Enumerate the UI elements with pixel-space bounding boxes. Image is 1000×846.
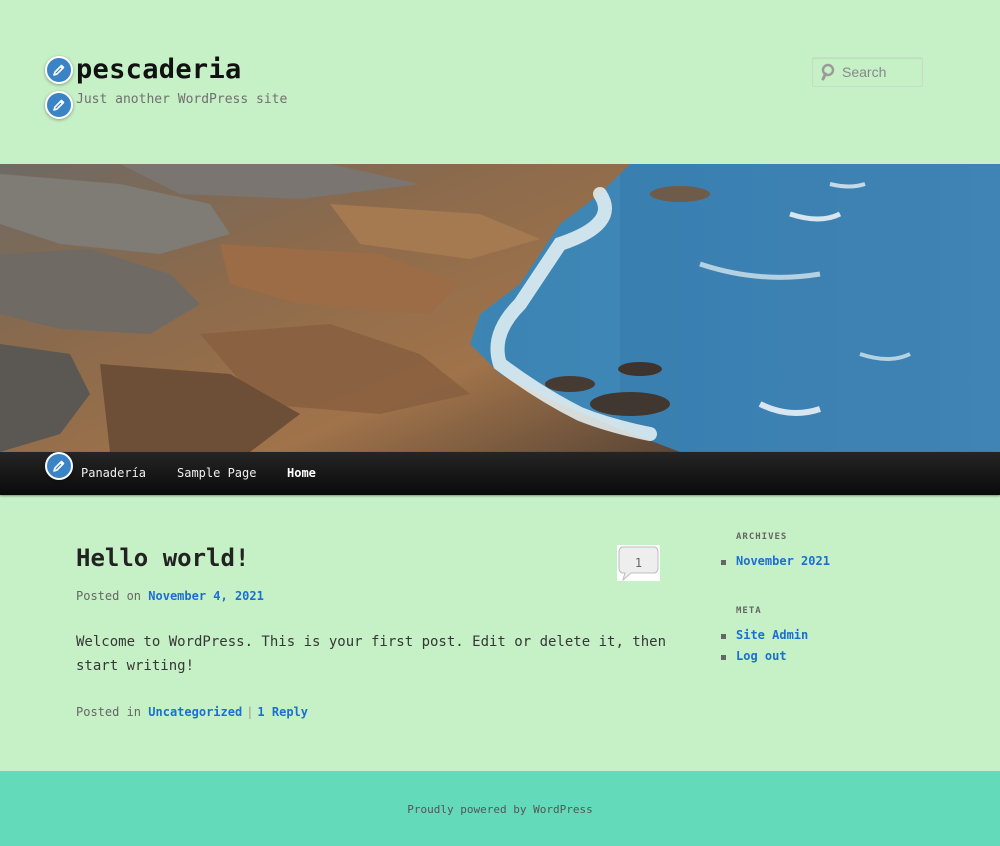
pencil-icon bbox=[53, 460, 65, 472]
search-input[interactable] bbox=[842, 64, 922, 80]
posted-on-label: Posted on bbox=[76, 589, 142, 603]
archives-list: November 2021 bbox=[720, 551, 830, 572]
archive-link-november-2021[interactable]: November 2021 bbox=[736, 554, 830, 568]
edit-shortcut-description[interactable] bbox=[45, 91, 73, 119]
search-form[interactable] bbox=[812, 57, 923, 87]
post-content: Welcome to WordPress. This is your first… bbox=[76, 634, 667, 674]
nav-item-home[interactable]: Home bbox=[287, 466, 316, 480]
search-icon bbox=[821, 63, 835, 81]
powered-by-link[interactable]: Proudly powered by WordPress bbox=[0, 803, 1000, 816]
footer-separator: | bbox=[246, 705, 254, 719]
comment-count: 1 bbox=[634, 556, 643, 570]
meta-item: Log out bbox=[720, 646, 808, 667]
site-footer: Proudly powered by WordPress bbox=[0, 771, 1000, 846]
meta-item: Site Admin bbox=[720, 625, 808, 646]
meta-list: Site Admin Log out bbox=[720, 625, 808, 667]
site-admin-link[interactable]: Site Admin bbox=[736, 628, 808, 642]
log-out-link[interactable]: Log out bbox=[736, 649, 787, 663]
pencil-icon bbox=[53, 99, 65, 111]
meta-widget-title: Meta bbox=[736, 606, 762, 616]
archive-item: November 2021 bbox=[720, 551, 830, 572]
post-date-link[interactable]: November 4, 2021 bbox=[148, 589, 264, 603]
coastline-image bbox=[0, 164, 1000, 452]
site-header: pescaderia Just another WordPress site bbox=[0, 0, 1000, 164]
main-navigation: Panadería Sample Page Home bbox=[0, 452, 1000, 495]
posted-in-label: Posted in bbox=[76, 705, 142, 719]
reply-link[interactable]: 1 Reply bbox=[257, 705, 308, 719]
edit-shortcut-title[interactable] bbox=[45, 56, 73, 84]
category-link[interactable]: Uncategorized bbox=[148, 705, 242, 719]
site-title[interactable]: pescaderia bbox=[76, 54, 242, 85]
comments-link[interactable]: 1 bbox=[617, 545, 660, 581]
post-footer: Posted in Uncategorized | 1 Reply bbox=[76, 705, 308, 719]
pencil-icon bbox=[53, 64, 65, 76]
post-title[interactable]: Hello world! bbox=[76, 544, 249, 572]
site-description: Just another WordPress site bbox=[76, 92, 288, 107]
header-image bbox=[0, 164, 1000, 452]
nav-item-sample-page[interactable]: Sample Page bbox=[177, 466, 256, 480]
edit-shortcut-menu[interactable] bbox=[45, 452, 73, 480]
archives-widget-title: Archives bbox=[736, 532, 788, 542]
nav-item-panaderia[interactable]: Panadería bbox=[81, 466, 146, 480]
post-meta: Posted on November 4, 2021 bbox=[76, 589, 264, 603]
